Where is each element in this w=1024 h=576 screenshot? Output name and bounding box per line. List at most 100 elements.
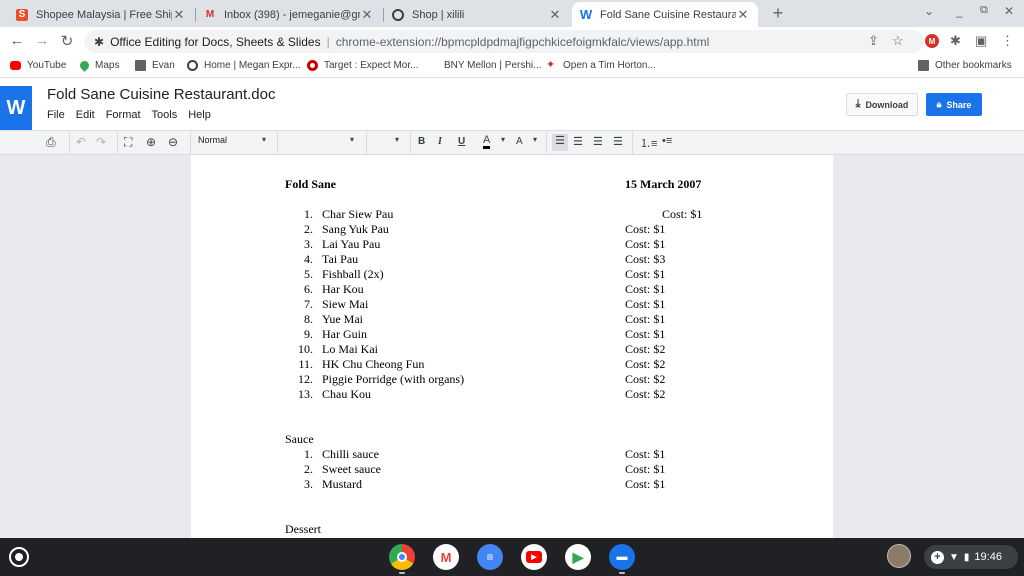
launcher-icon[interactable] [9,547,29,567]
extensions-icon[interactable]: ✱ [950,33,961,49]
bookmark-youtube[interactable]: YouTube [10,60,66,71]
highlight-color-button[interactable]: A [516,136,523,147]
heading-date: 15 March 2007 [625,177,702,191]
tab-title: Shopee Malaysia | Free Shipping [36,8,172,21]
restore-icon[interactable]: ⧉ [980,4,988,17]
status-tray[interactable]: + ▼ ▮ 19:46 [924,545,1018,569]
item-number: 5. [304,267,313,281]
close-icon[interactable]: ✕ [736,7,750,23]
circle-icon [392,8,404,21]
list-item: 9. Har Guin Cost: $1 [191,327,833,342]
align-center-icon[interactable]: ☰ [573,135,583,148]
bookmark-target[interactable]: Target : Expect Mor... [307,60,418,71]
minimize-icon[interactable]: _ [956,4,963,18]
bookmark-bny[interactable]: BNY Mellon | Pershi... [444,60,541,71]
item-name: Yue Mai [322,312,363,326]
item-name: Chilli sauce [322,447,379,461]
maple-icon: ✦ [546,59,556,71]
other-bookmarks[interactable]: Other bookmarks [918,60,1012,71]
fit-page-icon[interactable]: ⛶ [124,135,132,150]
wifi-icon: ▼ [949,551,959,563]
bookmark-star-icon[interactable]: ☆ [892,33,904,49]
align-left-icon[interactable]: ☰ [552,134,568,151]
list-item: 13. Chau Kou Cost: $2 [191,387,833,402]
item-name: HK Chu Cheong Fun [322,357,425,371]
url-text: chrome-extension://bpmcpldpdmajfigpchkic… [335,34,710,49]
zoom-out-icon[interactable]: ⊖ [168,135,178,149]
item-cost: Cost: $1 [625,222,666,236]
document-canvas[interactable]: Fold Sane 15 March 2007 1. Char Siew Pau… [0,155,1024,538]
bold-button[interactable]: B [418,136,425,147]
bookmark-tim-hortons[interactable]: ✦ Open a Tim Horton... [546,59,656,72]
lock-icon: 🔒︎ [936,99,942,109]
underline-button[interactable]: U [458,136,465,147]
bulleted-list-icon[interactable]: •≡ [662,135,672,147]
close-icon[interactable]: ✕ [548,7,562,23]
redo-icon[interactable]: ↷ [96,135,106,149]
item-number: 13. [298,387,313,401]
item-cost: Cost: $2 [625,357,666,371]
close-icon[interactable]: ✕ [360,7,374,23]
chevron-down-icon[interactable]: ▾ [533,135,537,144]
chrome-icon[interactable] [389,544,415,570]
bookmark-evan[interactable]: Evan [135,60,175,71]
bookmark-maps[interactable]: Maps [78,59,119,72]
gmail-icon: M [205,9,215,20]
menu-kebab-icon[interactable]: ⋮ [1001,33,1014,49]
heading-sauce: Sauce [285,432,314,446]
back-icon[interactable]: ← [7,32,27,49]
bookmark-label: YouTube [27,60,67,71]
close-icon[interactable]: ✕ [172,7,186,23]
print-icon[interactable]: ⎙ [46,135,56,150]
zoom-in-icon[interactable]: ⊕ [146,135,156,149]
italic-button[interactable]: I [438,136,442,147]
menu-format[interactable]: Format [106,109,141,121]
item-number: 3. [304,477,313,491]
forward-icon[interactable]: → [32,32,52,49]
reload-icon[interactable]: ↻ [57,32,77,50]
tab-title: Fold Sane Cuisine Restaurant.doc [600,8,736,21]
extension-m-icon[interactable]: M [925,34,939,48]
document-page[interactable]: Fold Sane 15 March 2007 1. Char Siew Pau… [191,155,833,538]
omnibox[interactable]: ✱ Office Editing for Docs, Sheets & Slid… [84,30,924,53]
youtube-app-icon[interactable]: ▶ [521,544,547,570]
tab-search-icon[interactable]: ⌄ [924,4,934,18]
item-number: 4. [304,252,313,266]
tab-shopee[interactable]: S Shopee Malaysia | Free Shipping ✕ [8,2,194,27]
size-dropdown-chevron-icon[interactable]: ▾ [395,135,399,144]
download-button[interactable]: ⤓ Download [846,93,918,116]
numbered-list-icon[interactable]: ⒈≡ [640,135,657,151]
menu-tools[interactable]: Tools [152,109,178,121]
files-icon[interactable]: ▬ [609,544,635,570]
font-dropdown-chevron-icon[interactable]: ▾ [350,135,354,144]
docs-icon[interactable]: ≡ [477,544,503,570]
menu-edit[interactable]: Edit [76,109,95,121]
tab-gmail[interactable]: M Inbox (398) - jemeganie@gmail.c ✕ [196,2,382,27]
chevron-down-icon[interactable]: ▾ [501,135,505,144]
align-right-icon[interactable]: ☰ [593,135,603,148]
share-page-icon[interactable]: ⇪ [868,33,879,49]
style-dropdown[interactable]: Normal [198,135,227,145]
undo-icon[interactable]: ↶ [76,135,86,149]
gmail-app-icon[interactable]: M [433,544,459,570]
item-name: Lo Mai Kai [322,342,378,356]
item-number: 10. [298,342,313,356]
play-store-icon[interactable]: ▶ [565,544,591,570]
close-window-icon[interactable]: ✕ [1004,4,1014,18]
share-button[interactable]: 🔒︎ Share [926,93,982,116]
tab-xilili[interactable]: Shop | xilili ✕ [384,2,570,27]
avatar[interactable] [887,544,911,568]
new-tab-icon[interactable]: + [768,3,788,24]
side-panel-icon[interactable]: ▣ [975,33,987,49]
list-item: 6. Har Kou Cost: $1 [191,282,833,297]
menu-file[interactable]: File [47,109,65,121]
item-number: 8. [304,312,313,326]
chevron-down-icon[interactable]: ▾ [262,135,266,144]
item-cost: Cost: $1 [625,327,666,341]
text-color-button[interactable]: A [483,135,491,149]
bookmark-megan[interactable]: Home | Megan Expr... [187,60,301,71]
align-justify-icon[interactable]: ☰ [613,135,623,148]
tab-fold-sane[interactable]: W Fold Sane Cuisine Restaurant.doc ✕ [572,2,758,27]
document-title[interactable]: Fold Sane Cuisine Restaurant.doc [47,86,275,103]
menu-help[interactable]: Help [188,109,211,121]
